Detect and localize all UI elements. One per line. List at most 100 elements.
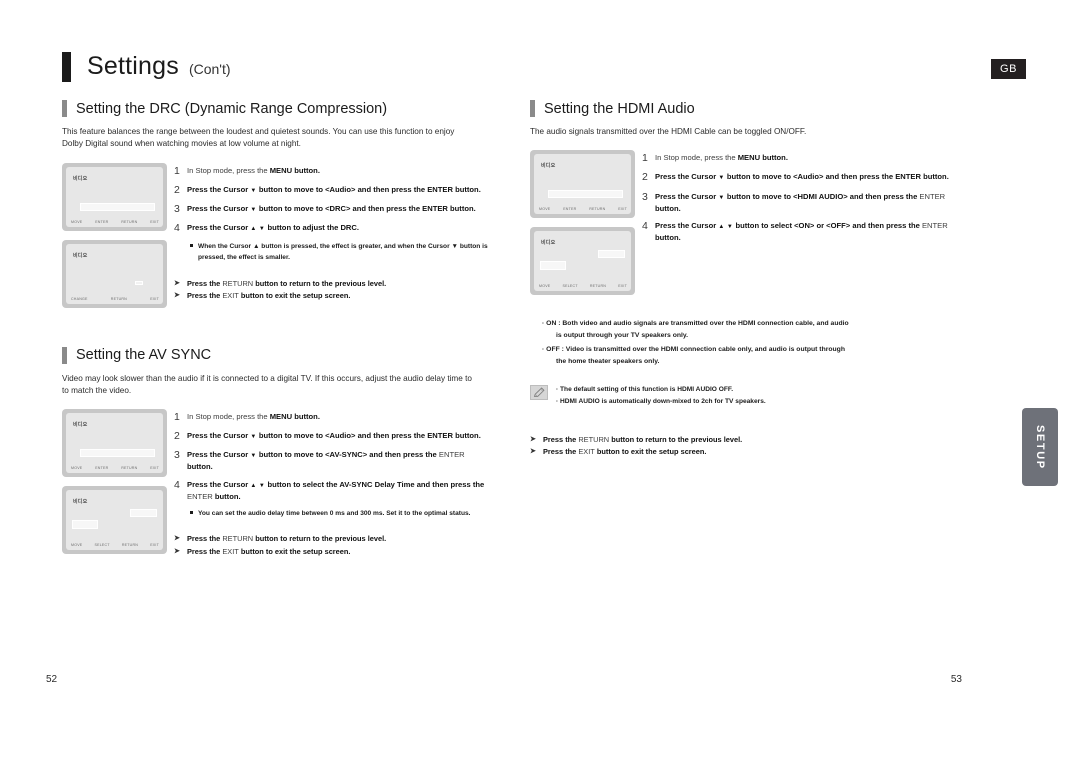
step-number: 1 (174, 411, 180, 424)
step-text-mid: button to move to <AV-SYNC> and then pre… (256, 450, 439, 460)
step-item: 4 Press the Cursor ▲ ▼ button to select … (642, 220, 960, 243)
tv-screen-footer: MOVE ENTER RETURN EXIT (71, 466, 159, 470)
step-number: 3 (174, 202, 180, 215)
step-text-pre: Press the Cursor (655, 191, 719, 201)
section-hdmi-audio: Setting the HDMI Audio The audio signals… (530, 100, 960, 459)
tv-footer-select: SELECT (94, 543, 110, 548)
arrow-note-pre: Press the (187, 534, 223, 544)
step-text-mid: button to select <ON> or <OFF> and then … (733, 220, 922, 230)
arrow-note-key: EXIT (222, 291, 239, 301)
arrow-note-item: ➤ Press the EXIT button to exit the setu… (530, 446, 960, 459)
avsync-arrow-notes: ➤ Press the RETURN button to return to t… (174, 533, 492, 558)
page-title: Settings (87, 52, 179, 80)
step-item: 1 In Stop mode, press the MENU button. (174, 411, 492, 424)
right-column: Setting the HDMI Audio The audio signals… (530, 100, 960, 459)
arrow-note-text: Press the RETURN button to return to the… (187, 278, 386, 291)
step-text: Press the Cursor ▼ button to move to <Au… (187, 430, 481, 442)
arrow-note-key: RETURN (222, 534, 254, 544)
step-text-pre: Press the Cursor (187, 184, 251, 194)
section-avsync-intro: Video may look slower than the audio if … (62, 373, 472, 395)
arrow-bullet-icon: ➤ (174, 292, 180, 300)
step-item: 3 Press the Cursor ▼ button to move to <… (174, 203, 492, 216)
step-text-post: button. (655, 232, 681, 242)
arrow-note-text: Press the RETURN button to return to the… (543, 434, 742, 447)
bullet-off: · OFF : Video is transmitted over the HD… (542, 344, 960, 368)
step-text-mid: button to select the AV-SYNC Delay Time … (265, 479, 485, 489)
note-line: · The default setting of this function i… (556, 385, 734, 393)
arrow-note-key: RETURN (222, 278, 254, 288)
step-number: 3 (642, 190, 648, 203)
arrow-note-item: ➤ Press the EXIT button to exit the setu… (174, 290, 492, 303)
tv-footer-exit: EXIT (150, 219, 159, 224)
hdmi-note-lines: · The default setting of this function i… (556, 384, 766, 408)
step-text: Press the Cursor ▼ button to move to <Au… (655, 171, 949, 183)
step-number: 4 (174, 221, 180, 234)
step-number: 3 (174, 449, 180, 462)
arrow-note-pre: Press the (187, 278, 223, 288)
section-avsync-heading: Setting the AV SYNC (62, 346, 492, 364)
page-header: Settings (Con't) (62, 52, 231, 82)
tv-footer-return: RETURN (121, 466, 138, 471)
square-bullet-icon (190, 511, 194, 519)
tv-footer-move: MOVE (71, 466, 83, 471)
tv-footer-move: MOVE (71, 543, 83, 548)
step-key: ENTER (895, 172, 921, 182)
step-text: In Stop mode, press the MENU button. (187, 165, 320, 176)
step-number: 2 (642, 171, 648, 184)
avsync-steps: 1 In Stop mode, press the MENU button. 2… (174, 409, 492, 563)
step-item: 2 Press the Cursor ▼ button to move to <… (174, 430, 492, 443)
tv-screen-inner: 비디오 MOVE SELECT RETURN EXIT (66, 490, 163, 551)
tv-footer-exit: EXIT (150, 466, 159, 471)
hdmi-arrow-notes: ➤ Press the RETURN button to return to t… (530, 434, 960, 459)
page-number-left: 52 (46, 674, 58, 685)
arrow-note-key: RETURN (578, 434, 610, 444)
step-item: 4 Press the Cursor ▲ ▼ button to select … (174, 479, 492, 502)
step-item: 4 Press the Cursor ▲ ▼ button to adjust … (174, 222, 492, 235)
step-text-mid: button to move to <Audio> and then press… (256, 431, 428, 441)
tv-screen-inner: 비디오 MOVE ENTER RETURN EXIT (66, 413, 163, 474)
step-key: ENTER (427, 184, 453, 194)
step-text-pre: Press the Cursor (655, 220, 719, 230)
section-drc-title: Setting the DRC (Dynamic Range Compressi… (76, 100, 388, 117)
step-text: Press the Cursor ▼ button to move to <AV… (187, 449, 492, 472)
arrow-note-text: Press the RETURN button to return to the… (187, 533, 386, 546)
step-key: MENU (737, 153, 761, 163)
step-text: In Stop mode, press the MENU button. (655, 152, 788, 163)
arrow-note-post: button to return to the previous level. (253, 534, 387, 544)
page-number-right: 53 (950, 674, 962, 685)
step-text: Press the Cursor ▲ ▼ button to select <O… (655, 220, 960, 243)
step-item: 2 Press the Cursor ▼ button to move to <… (642, 171, 960, 184)
step-text-pre: Press the Cursor (655, 172, 719, 182)
arrow-note-pre: Press the (543, 434, 579, 444)
tv-footer-enter: ENTER (563, 207, 577, 212)
setup-side-tab: SETUP (1022, 408, 1058, 486)
section-drc: Setting the DRC (Dynamic Range Compressi… (62, 100, 492, 317)
cursor-updown-icon: ▲ ▼ (250, 225, 266, 232)
step-number: 4 (642, 219, 648, 232)
arrow-note-item: ➤ Press the RETURN button to return to t… (530, 434, 960, 447)
page-title-continued: (Con't) (188, 61, 231, 77)
sub-note: When the Cursor ▲ button is pressed, the… (190, 241, 492, 263)
tv-screen-highlight-bar (548, 190, 623, 199)
step-text: In Stop mode, press the MENU button. (187, 411, 320, 422)
sub-note-text: When the Cursor ▲ button is pressed, the… (198, 243, 488, 262)
section-accent-bar (62, 100, 67, 117)
arrow-note-text: Press the EXIT button to exit the setup … (543, 446, 706, 459)
step-text-pre: In Stop mode, press the (655, 153, 738, 163)
tv-footer-return: RETURN (589, 207, 606, 212)
tv-footer-move: MOVE (539, 284, 551, 289)
pencil-note-icon (530, 384, 548, 400)
cursor-updown-icon: ▲ ▼ (250, 482, 266, 489)
arrow-bullet-icon: ➤ (530, 435, 536, 443)
step-key: ENTER (919, 191, 946, 201)
section-avsync: Setting the AV SYNC Video may look slowe… (62, 346, 492, 564)
drc-steps: 1 In Stop mode, press the MENU button. 2… (174, 163, 492, 317)
tv-footer-enter: ENTER (95, 219, 109, 224)
step-text-post: button. (212, 491, 241, 501)
step-text-post: button. (447, 203, 476, 213)
step-text-mid: button to move to <HDMI AUDIO> and then … (724, 191, 920, 201)
note-line: · HDMI AUDIO is automatically down-mixed… (556, 397, 766, 405)
step-text-post: button. (760, 153, 788, 163)
tv-footer-move: MOVE (539, 207, 551, 212)
tv-screen-mockup: 비디오 MOVE ENTER RETURN EXIT (62, 409, 167, 478)
